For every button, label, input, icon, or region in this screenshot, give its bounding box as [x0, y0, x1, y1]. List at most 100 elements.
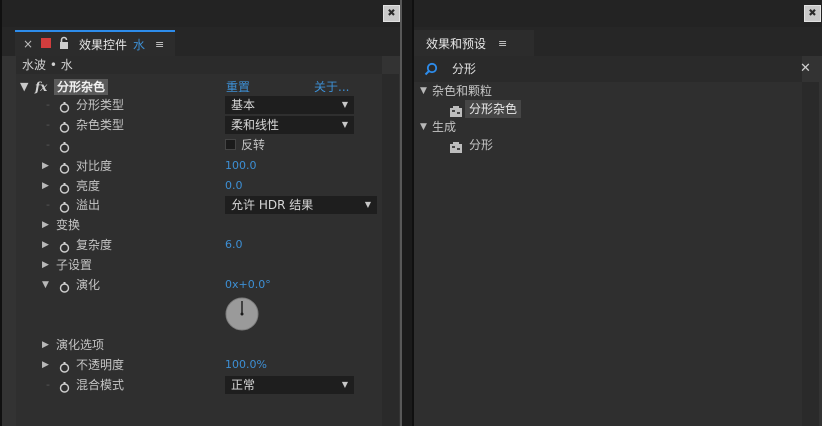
expand-toggle[interactable]: ▶ [42, 156, 49, 176]
param-label: 混合模式 [76, 378, 125, 392]
tab-bar: 效果和预设 ≡ [414, 27, 822, 56]
row-dash: - [46, 118, 50, 131]
complexity-value[interactable]: 6.0 [225, 235, 243, 255]
collapse-toggle[interactable]: ▼ [42, 275, 49, 295]
lock-icon[interactable] [59, 36, 69, 50]
row-dash: - [46, 198, 50, 211]
about-link[interactable]: 关于... [314, 77, 349, 97]
expand-toggle[interactable]: ▶ [42, 335, 49, 355]
tab-layer-name: 水 [133, 37, 146, 52]
param-invert: - 反转 [16, 135, 382, 155]
stopwatch-icon[interactable] [59, 160, 70, 174]
collapse-toggle[interactable]: ▼ [420, 118, 427, 136]
param-noise-type: - 杂色类型 柔和线性 ▼ [16, 115, 382, 135]
param-fractal-type: - 分形类型 基本 ▼ [16, 95, 382, 115]
fx-icon[interactable]: fx [35, 77, 47, 97]
reset-link[interactable]: 重置 [226, 77, 250, 97]
vertical-scrollbar[interactable] [382, 74, 399, 426]
stopwatch-icon[interactable] [59, 359, 70, 373]
param-label[interactable]: 子设置 [56, 255, 92, 275]
category-label: 杂色和颗粒 [432, 84, 493, 98]
search-input[interactable]: 分形 [452, 56, 782, 82]
stopwatch-icon[interactable] [59, 279, 70, 293]
param-contrast: ▶ 对比度 100.0 [16, 156, 382, 176]
evolution-value[interactable]: 0x+0.0° [225, 275, 271, 295]
dropdown-value: 正常 [231, 378, 256, 392]
effect-header-row: ▼ fx 分形杂色 重置 关于... [16, 77, 382, 97]
expand-toggle[interactable]: ▶ [42, 255, 49, 275]
expand-toggle[interactable]: ▶ [42, 235, 49, 255]
window-close-button[interactable]: ✖ [804, 5, 821, 22]
category-label: 生成 [432, 120, 457, 134]
stopwatch-icon[interactable] [59, 99, 70, 113]
close-icon: ✖ [808, 8, 817, 19]
tab-title: 效果控件 [79, 37, 128, 52]
row-dash: - [46, 378, 50, 391]
chevron-down-icon: ▼ [341, 100, 348, 109]
noise-type-dropdown[interactable]: 柔和线性 ▼ [225, 116, 354, 134]
expand-effect-toggle[interactable]: ▼ [20, 77, 28, 97]
effect-properties: ▼ fx 分形杂色 重置 关于... - 分形类型 基本 ▼ - 杂色类型 柔和… [16, 74, 382, 426]
expand-toggle[interactable]: ▶ [42, 215, 49, 235]
close-icon: ✖ [387, 8, 396, 19]
evolution-angle-dial[interactable] [225, 297, 259, 331]
panel-menu-icon[interactable]: ≡ [155, 38, 164, 51]
param-complexity: ▶ 复杂度 6.0 [16, 235, 382, 255]
chevron-down-icon: ▼ [341, 120, 348, 129]
brightness-value[interactable]: 0.0 [225, 176, 243, 196]
opacity-value[interactable]: 100.0% [225, 355, 267, 375]
tab-effects-presets[interactable]: 效果和预设 ≡ [414, 30, 534, 56]
dropdown-value: 允许 HDR 结果 [231, 198, 314, 212]
fractal-type-dropdown[interactable]: 基本 ▼ [225, 96, 354, 114]
param-label: 溢出 [76, 198, 101, 212]
effect-preset-icon [450, 140, 462, 153]
param-transform: ▶ 变换 [16, 215, 382, 235]
tree-category-row[interactable]: ▼ 生成 [414, 118, 802, 136]
layer-breadcrumb: 水波 • 水 [16, 56, 382, 74]
expand-toggle[interactable]: ▶ [42, 355, 49, 375]
effect-name[interactable]: 分形杂色 [54, 79, 109, 95]
param-label: 不透明度 [76, 358, 125, 372]
chevron-down-icon: ▼ [364, 200, 371, 209]
collapse-toggle[interactable]: ▼ [420, 82, 427, 100]
stopwatch-icon[interactable] [59, 119, 70, 133]
effect-preset-icon [450, 104, 462, 117]
contrast-value[interactable]: 100.0 [225, 156, 257, 176]
effects-presets-panel: ✖ 效果和预设 ≡ 分形 ✕ ▼ 杂色和颗粒 分形杂色 ▼ 生成 分形 [412, 0, 822, 426]
stopwatch-icon[interactable] [59, 139, 70, 153]
row-dash: - [46, 98, 50, 111]
param-evolution-options: ▶ 演化选项 [16, 335, 382, 355]
search-bar: 分形 ✕ [414, 56, 811, 82]
param-label: 复杂度 [76, 238, 113, 252]
stopwatch-icon[interactable] [59, 239, 70, 253]
window-close-button[interactable]: ✖ [383, 5, 400, 22]
tab-title: 效果和预设 [426, 36, 487, 51]
param-label[interactable]: 变换 [56, 215, 80, 235]
clear-search-icon[interactable]: ✕ [800, 56, 811, 82]
param-label: 亮度 [76, 179, 101, 193]
search-icon [424, 62, 438, 76]
dropdown-value: 基本 [231, 98, 256, 112]
stopwatch-icon[interactable] [59, 180, 70, 194]
param-label[interactable]: 演化选项 [56, 335, 104, 355]
tree-item-row[interactable]: 分形 [414, 136, 802, 154]
blending-mode-dropdown[interactable]: 正常 ▼ [225, 376, 354, 394]
invert-checkbox[interactable] [225, 139, 236, 150]
param-opacity: ▶ 不透明度 100.0% [16, 355, 382, 375]
panel-titlebar: ✖ [2, 0, 400, 27]
tab-effect-controls[interactable]: × 效果控件 水 ≡ [15, 30, 175, 56]
tree-category-row[interactable]: ▼ 杂色和颗粒 [414, 82, 802, 100]
stopwatch-icon[interactable] [59, 379, 70, 393]
close-tab-icon[interactable]: × [23, 37, 33, 51]
panel-titlebar: ✖ [414, 0, 822, 27]
param-sub-settings: ▶ 子设置 [16, 255, 382, 275]
invert-label: 反转 [241, 138, 266, 152]
effects-tree: ▼ 杂色和颗粒 分形杂色 ▼ 生成 分形 [414, 82, 802, 426]
overflow-dropdown[interactable]: 允许 HDR 结果 ▼ [225, 196, 377, 214]
vertical-scrollbar[interactable] [802, 82, 819, 426]
expand-toggle[interactable]: ▶ [42, 176, 49, 196]
item-label: 分形杂色 [465, 100, 522, 118]
panel-menu-icon[interactable]: ≡ [498, 37, 507, 50]
stopwatch-icon[interactable] [59, 199, 70, 213]
tree-item-row[interactable]: 分形杂色 [414, 100, 802, 118]
